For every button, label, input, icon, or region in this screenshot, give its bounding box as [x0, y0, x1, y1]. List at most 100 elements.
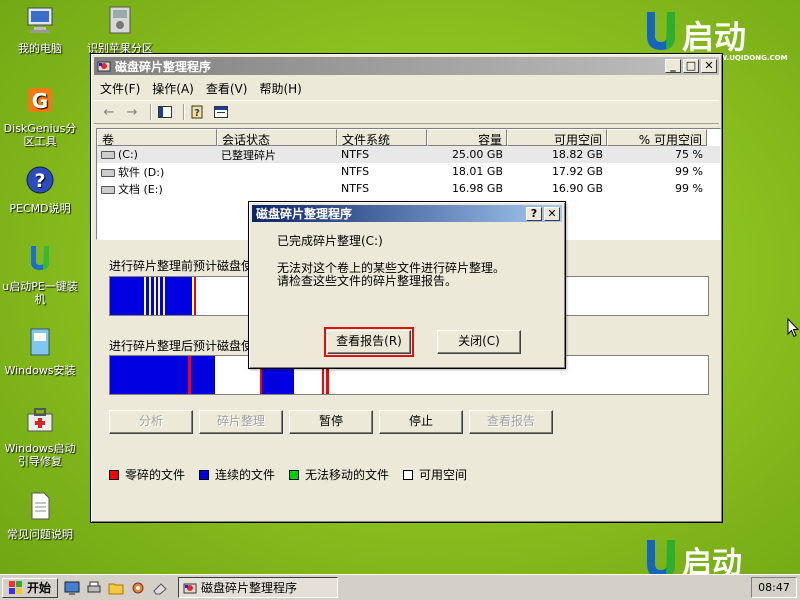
toolbar-separator	[183, 104, 185, 120]
status-cell: 已整理碎片	[221, 148, 276, 162]
dialog-help-button[interactable]: ?	[526, 206, 542, 221]
view-report-button[interactable]: 查看报告	[469, 410, 553, 434]
dialog-titlebar[interactable]: 磁盘碎片整理程序 ? ✕	[252, 205, 562, 222]
contiguous-block	[165, 277, 192, 315]
percent-cell: 75 %	[675, 148, 703, 161]
svg-text:?: ?	[194, 108, 200, 119]
table-row[interactable]: 文档 (E:) NTFS 16.98 GB 16.90 GB 99 %	[97, 180, 720, 197]
legend-swatch	[199, 469, 210, 480]
drive-icon	[101, 151, 115, 159]
menu-action[interactable]: 操作(A)	[146, 78, 200, 96]
column-session-status[interactable]: 会话状态	[217, 129, 337, 146]
menu-view[interactable]: 查看(V)	[200, 78, 254, 96]
desktop-icon-faq[interactable]: 常见问题说明	[2, 490, 78, 541]
taskbar: 开始 磁盘碎片整理程序 08:47	[0, 574, 800, 600]
mouse-cursor-icon	[787, 318, 799, 338]
contiguous-block	[151, 277, 154, 315]
column-volume[interactable]: 卷	[97, 129, 217, 146]
quicklaunch-printer-icon[interactable]	[86, 580, 102, 596]
column-free-space[interactable]: 可用空间	[507, 129, 607, 146]
desktop-icon-label: 我的电脑	[18, 42, 62, 55]
forward-arrow-icon[interactable]: →	[123, 104, 141, 120]
window-title: 磁盘碎片整理程序	[115, 59, 212, 74]
defragment-button[interactable]: 碎片整理	[199, 410, 283, 434]
menu-help[interactable]: 帮助(H)	[253, 78, 307, 96]
desktop-icon-label: u启动PE一键装机	[2, 280, 78, 306]
legend-label: 连续的文件	[215, 468, 276, 482]
legend-swatch	[109, 469, 119, 480]
table-row[interactable]: (C:) 已整理碎片 NTFS 25.00 GB 18.82 GB 75 %	[97, 146, 720, 163]
quicklaunch-monitor-icon[interactable]	[64, 580, 80, 596]
dialog-message-line2: 请检查这些文件的碎片整理报告。	[277, 274, 458, 288]
volume-cell: 软件 (D:)	[97, 164, 217, 180]
volume-cell: (C:)	[97, 148, 217, 161]
legend-label: 无法移动的文件	[305, 468, 390, 482]
system-tray: 08:47	[751, 577, 797, 598]
column-percent-free[interactable]: % 可用空间	[607, 129, 707, 146]
svg-text:?: ?	[34, 170, 45, 192]
column-capacity[interactable]: 容量	[427, 129, 507, 146]
computer-icon	[27, 7, 53, 33]
desktop-icon-boot-repair[interactable]: Windows启动引导修复	[2, 404, 78, 468]
contiguous-block	[160, 277, 163, 315]
close-dialog-button[interactable]: 关闭(C)	[437, 330, 521, 354]
dialog-message-title: 已完成碎片整理(C:)	[277, 234, 383, 248]
quicklaunch-eraser-icon[interactable]	[152, 580, 168, 596]
desktop-icon-windows-install[interactable]: Windows安装	[2, 326, 78, 377]
back-arrow-icon[interactable]: ←	[100, 104, 118, 120]
window-titlebar[interactable]: 磁盘碎片整理程序 _ □ ✕	[94, 57, 719, 75]
legend-label: 可用空间	[419, 468, 468, 482]
drive-icon	[101, 185, 115, 194]
table-row[interactable]: 软件 (D:) NTFS 18.01 GB 17.92 GB 99 %	[97, 163, 720, 180]
setup-icon	[30, 328, 50, 356]
desktop-icon-label: PECMD说明	[9, 202, 71, 215]
start-label: 开始	[27, 581, 52, 595]
maximize-button[interactable]: □	[683, 59, 699, 73]
help-topic-icon[interactable]: ?	[189, 104, 207, 120]
properties-icon[interactable]	[212, 104, 230, 120]
percent-cell: 99 %	[675, 182, 703, 195]
legend-fragmented: 零碎的文件	[109, 466, 185, 483]
analyze-button[interactable]: 分析	[109, 410, 193, 434]
quicklaunch-folder-icon[interactable]	[108, 580, 124, 596]
stop-button[interactable]: 停止	[379, 410, 463, 434]
desktop-icon-mac-partition[interactable]: 识别苹果分区	[82, 4, 158, 55]
quicklaunch-gear-icon[interactable]	[130, 580, 146, 596]
pause-button[interactable]: 暂停	[289, 410, 373, 434]
contiguous-block	[191, 356, 215, 394]
clock[interactable]: 08:47	[758, 581, 790, 594]
legend-swatch	[289, 469, 300, 480]
fs-cell: NTFS	[341, 148, 370, 161]
desktop-icon-label: DiskGenius分区工具	[3, 122, 77, 148]
free-cell: 18.82 GB	[551, 148, 603, 161]
legend-swatch	[403, 469, 414, 480]
completion-dialog: 磁盘碎片整理程序 ? ✕ 已完成碎片整理(C:) 无法对这个卷上的某些文件进行碎…	[248, 201, 566, 369]
column-file-system[interactable]: 文件系统	[337, 129, 427, 146]
show-hide-tree-icon[interactable]	[156, 104, 174, 120]
fs-cell: NTFS	[341, 165, 370, 178]
menubar: 文件(F) 操作(A) 查看(V) 帮助(H)	[94, 78, 719, 96]
desktop-icon-pecmd[interactable]: ? PECMD说明	[2, 164, 78, 215]
minimize-button[interactable]: _	[665, 59, 681, 73]
capacity-cell: 18.01 GB	[451, 165, 503, 178]
disk-drive-icon	[109, 6, 131, 34]
dialog-title: 磁盘碎片整理程序	[256, 207, 353, 221]
help-icon: ?	[26, 166, 54, 194]
toolbox-icon	[27, 408, 53, 432]
legend-unmovable: 无法移动的文件	[289, 466, 389, 483]
close-button[interactable]: ✕	[701, 59, 717, 73]
desktop-icon-label: 常见问题说明	[7, 528, 73, 541]
uqidong-logo-icon	[31, 246, 49, 270]
dialog-close-button[interactable]: ✕	[544, 206, 560, 221]
taskbar-item-defrag[interactable]: 磁盘碎片整理程序	[178, 577, 339, 598]
contiguous-block	[146, 277, 149, 315]
menu-file[interactable]: 文件(F)	[94, 78, 146, 96]
desktop-icon-my-computer[interactable]: 我的电脑	[2, 4, 78, 55]
toolbar-separator	[150, 104, 152, 120]
desktop-icon-onekey-install[interactable]: u启动PE一键装机	[2, 242, 78, 306]
desktop-icon-diskgenius[interactable]: G DiskGenius分区工具	[2, 84, 78, 148]
start-button[interactable]: 开始	[2, 577, 59, 598]
defrag-app-icon	[97, 61, 111, 72]
view-report-dialog-button[interactable]: 查看报告(R)	[324, 327, 414, 357]
fs-cell: NTFS	[341, 182, 370, 195]
